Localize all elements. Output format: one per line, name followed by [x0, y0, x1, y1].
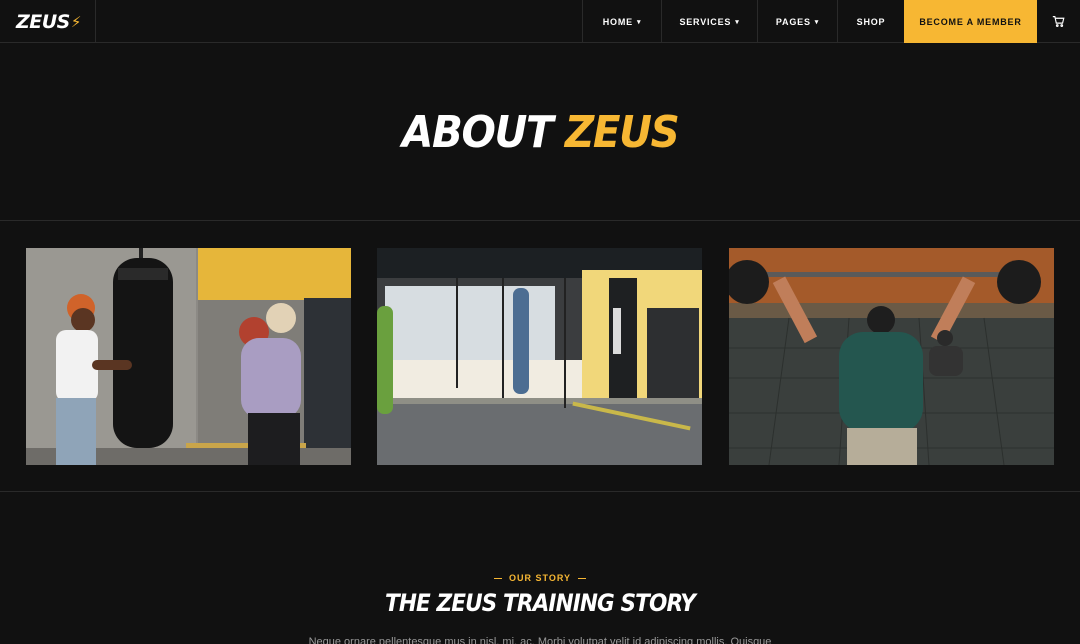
nav-pages-label: PAGES — [775, 16, 811, 27]
chevron-down-icon: ▾ — [636, 18, 642, 26]
story-title: THE ZEUS TRAINING STORY — [385, 589, 696, 617]
nav-shop[interactable]: SHOP — [837, 0, 904, 43]
nav-home-label: HOME — [602, 16, 633, 27]
nav-services-label: SERVICES — [679, 16, 732, 27]
nav-services[interactable]: SERVICES ▾ — [661, 0, 757, 43]
story-section: OUR STORY THE ZEUS TRAINING STORY Neque … — [0, 493, 1080, 644]
bolt-icon: ⚡ — [70, 12, 82, 31]
photo-gallery — [0, 222, 1080, 492]
cart-button[interactable] — [1037, 0, 1080, 43]
site-header: ZEUS ⚡ HOME ▾ SERVICES ▾ PAGES ▾ SHOP BECOM… — [0, 0, 1080, 43]
dash-left — [493, 577, 502, 580]
eyebrow-text: OUR STORY — [508, 573, 571, 583]
nav-pages[interactable]: PAGES ▾ — [757, 0, 837, 43]
chevron-down-icon: ▾ — [735, 18, 740, 26]
chevron-down-icon: ▾ — [814, 18, 820, 26]
dash-right — [578, 577, 586, 580]
weightlifting-photo — [729, 248, 1054, 465]
logo[interactable]: ZEUS ⚡ — [16, 11, 81, 33]
logo-cell[interactable]: ZEUS ⚡ — [0, 0, 96, 43]
boxing-bag-photo — [26, 248, 351, 465]
nav-home[interactable]: HOME ▾ — [582, 0, 661, 43]
page-title: ABOUT ZEUS — [401, 106, 680, 158]
story-text: Neque ornare pellentesque mus in nisl, m… — [308, 636, 772, 644]
become-member-label: BECOME A MEMBER — [919, 16, 1022, 27]
cart-icon — [1052, 16, 1065, 27]
title-part-1: ABOUT — [401, 106, 554, 158]
gym-interior-photo — [377, 248, 702, 465]
become-member-button[interactable]: BECOME A MEMBER — [904, 0, 1037, 43]
title-part-2: ZEUS — [564, 106, 680, 158]
eyebrow: OUR STORY — [0, 573, 1080, 583]
logo-text: ZEUS — [16, 10, 70, 33]
hero-section: ABOUT ZEUS — [0, 44, 1080, 221]
nav-shop-label: SHOP — [856, 16, 886, 27]
